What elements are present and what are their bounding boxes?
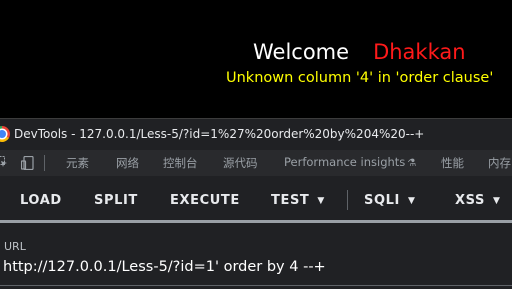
webpage-content: Welcome Dhakkan Unknown column '4' in 'or… bbox=[0, 0, 512, 118]
welcome-heading: Welcome Dhakkan bbox=[253, 40, 466, 64]
tab-separator bbox=[44, 155, 45, 171]
url-input-underline bbox=[0, 285, 512, 286]
xss-dropdown[interactable]: XSS ▼ bbox=[455, 193, 501, 208]
tab-performance-insights-label: Performance insights bbox=[284, 155, 406, 169]
tab-console[interactable]: 控制台 bbox=[163, 155, 198, 171]
sql-error-message: Unknown column '4' in 'order clause' bbox=[226, 70, 494, 86]
tab-sources[interactable]: 源代码 bbox=[223, 155, 258, 171]
chevron-down-icon: ▼ bbox=[492, 196, 501, 206]
execute-button[interactable]: EXECUTE bbox=[170, 193, 240, 208]
sqli-dropdown-label: SQLI bbox=[364, 193, 400, 208]
sqli-dropdown[interactable]: SQLI ▼ bbox=[364, 193, 415, 208]
welcome-text: Welcome bbox=[253, 40, 350, 64]
split-button[interactable]: SPLIT bbox=[94, 193, 138, 208]
chevron-down-icon: ▼ bbox=[317, 196, 325, 206]
chrome-logo-icon bbox=[0, 126, 10, 142]
flask-icon: ⚗ bbox=[407, 158, 417, 169]
tab-network[interactable]: 网络 bbox=[116, 155, 139, 171]
chevron-down-icon: ▼ bbox=[407, 196, 416, 206]
hackbar-toolbar: LOAD SPLIT EXECUTE TEST ▼ SQLI ▼ XSS ▼ bbox=[0, 176, 512, 220]
url-panel: URL bbox=[0, 223, 512, 289]
tab-performance-insights[interactable]: Performance insights ⚗ bbox=[284, 155, 416, 169]
device-toolbar-icon[interactable] bbox=[21, 156, 35, 170]
url-label: URL bbox=[4, 240, 26, 253]
tab-memory[interactable]: 内存 bbox=[488, 155, 511, 171]
user-name: Dhakkan bbox=[373, 40, 466, 64]
url-input[interactable] bbox=[0, 256, 512, 278]
devtools-title: DevTools - 127.0.0.1/Less-5/?id=1%27%20o… bbox=[14, 127, 425, 141]
toolbar-separator bbox=[347, 190, 348, 210]
devtools-titlebar: DevTools - 127.0.0.1/Less-5/?id=1%27%20o… bbox=[0, 118, 512, 150]
load-button[interactable]: LOAD bbox=[20, 193, 62, 208]
test-dropdown-label: TEST bbox=[271, 193, 310, 208]
tab-elements[interactable]: 元素 bbox=[66, 155, 89, 171]
devtools-tab-bar: 元素 网络 控制台 源代码 Performance insights ⚗ 性能 内… bbox=[0, 150, 512, 176]
tab-performance[interactable]: 性能 bbox=[441, 155, 464, 171]
xss-dropdown-label: XSS bbox=[455, 193, 485, 208]
element-select-icon[interactable] bbox=[0, 156, 8, 168]
test-dropdown[interactable]: TEST ▼ bbox=[271, 193, 325, 208]
